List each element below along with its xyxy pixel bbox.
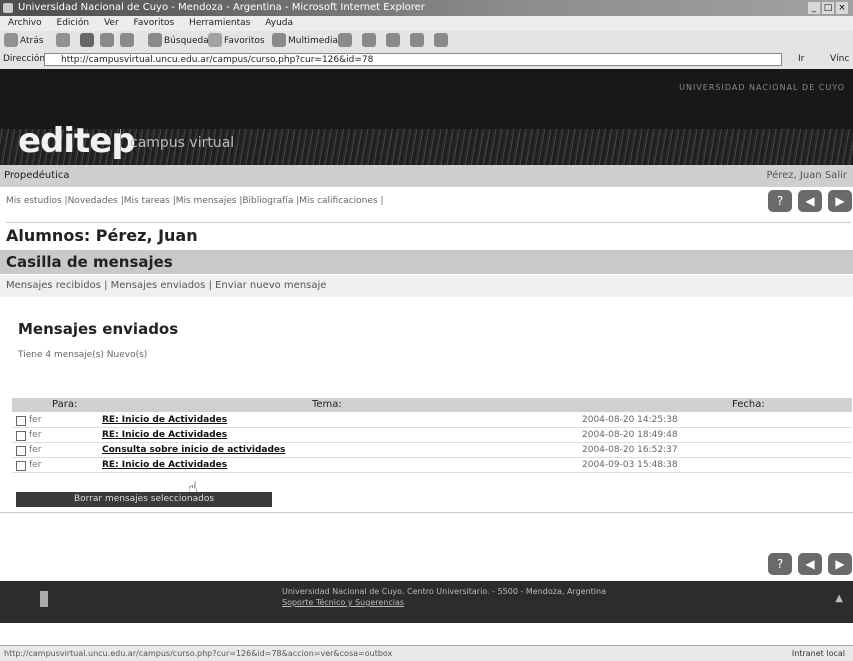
menu-ver[interactable]: Ver bbox=[104, 18, 119, 28]
home-icon[interactable] bbox=[120, 33, 134, 47]
table-header: Para: Tema: Fecha: bbox=[12, 398, 852, 412]
editep-logo: editep bbox=[18, 121, 136, 161]
edit-icon[interactable] bbox=[410, 33, 424, 47]
table-row: fer RE: Inicio de Actividades 2004-09-03… bbox=[12, 458, 852, 473]
menu-herramientas[interactable]: Herramientas bbox=[189, 18, 250, 28]
message-count: Tiene 4 mensaje(s) Nuevo(s) bbox=[18, 350, 148, 360]
status-bar: http://campusvirtual.uncu.edu.ar/campus/… bbox=[0, 645, 853, 661]
divider bbox=[0, 512, 853, 513]
row-recipient: fer bbox=[29, 460, 42, 470]
forward-arrow-icon[interactable] bbox=[56, 33, 70, 47]
address-bar: Dirección http://campusvirtual.uncu.edu.… bbox=[0, 51, 853, 69]
discuss-icon[interactable] bbox=[434, 33, 448, 47]
row-subject-link[interactable]: Consulta sobre inicio de actividades bbox=[102, 443, 285, 457]
stop-icon[interactable] bbox=[80, 33, 94, 47]
address-input[interactable]: http://campusvirtual.uncu.edu.ar/campus/… bbox=[44, 53, 782, 66]
row-subject-link[interactable]: RE: Inicio de Actividades bbox=[102, 428, 227, 442]
back-nav-button-bottom[interactable]: ◀ bbox=[798, 553, 822, 575]
banner-subtitle: campus virtual bbox=[130, 135, 235, 151]
site-footer: Universidad Nacional de Cuyo. Centro Uni… bbox=[0, 581, 853, 623]
course-bar: Propedéutica Pérez, Juan Salir bbox=[0, 165, 853, 187]
refresh-icon[interactable] bbox=[100, 33, 114, 47]
go-button[interactable]: Ir bbox=[798, 54, 804, 64]
row-date: 2004-09-03 15:48:38 bbox=[582, 460, 678, 470]
security-zone: Intranet local bbox=[791, 649, 845, 658]
multimedia-icon[interactable] bbox=[272, 33, 286, 47]
col-para: Para: bbox=[52, 399, 78, 410]
row-recipient: fer bbox=[29, 445, 42, 455]
toolbar: Atrás Búsqueda Favoritos Multimedia bbox=[0, 31, 853, 52]
row-date: 2004-08-20 18:49:48 bbox=[582, 430, 678, 440]
title-bar: Universidad Nacional de Cuyo - Mendoza -… bbox=[0, 0, 853, 16]
row-checkbox[interactable] bbox=[16, 416, 26, 426]
forward-nav-button[interactable]: ▶ bbox=[828, 190, 852, 212]
table-row: fer RE: Inicio de Actividades 2004-08-20… bbox=[12, 413, 852, 428]
help-button[interactable]: ? bbox=[768, 190, 792, 212]
footer-address: Universidad Nacional de Cuyo. Centro Uni… bbox=[282, 587, 606, 596]
history-icon[interactable] bbox=[338, 33, 352, 47]
mailbox-tabs: Mensajes recibidos | Mensajes enviados |… bbox=[0, 275, 853, 297]
window-title: Universidad Nacional de Cuyo - Mendoza -… bbox=[18, 2, 425, 13]
table-row: fer Consulta sobre inicio de actividades… bbox=[12, 443, 852, 458]
site-banner: UNIVERSIDAD NACIONAL DE CUYO editep camp… bbox=[0, 69, 853, 165]
row-subject-link[interactable]: RE: Inicio de Actividades bbox=[102, 413, 227, 427]
menu-edicion[interactable]: Edición bbox=[57, 18, 90, 28]
row-checkbox[interactable] bbox=[16, 431, 26, 441]
mail-icon[interactable] bbox=[362, 33, 376, 47]
divider bbox=[6, 222, 851, 223]
page-title: Mensajes enviados bbox=[18, 320, 179, 338]
row-subject-link[interactable]: RE: Inicio de Actividades bbox=[102, 458, 227, 472]
course-name[interactable]: Propedéutica bbox=[4, 165, 70, 187]
print-icon[interactable] bbox=[386, 33, 400, 47]
scroll-up-icon[interactable]: ▲ bbox=[835, 593, 843, 604]
multimedia-button[interactable]: Multimedia bbox=[288, 34, 338, 48]
mailbox-header: Casilla de mensajes bbox=[0, 250, 853, 274]
maximize-button[interactable]: □ bbox=[822, 2, 834, 14]
user-logout[interactable]: Pérez, Juan Salir bbox=[766, 165, 847, 187]
url-text: http://campusvirtual.uncu.edu.ar/campus/… bbox=[61, 55, 374, 65]
support-link[interactable]: Soporte Técnico y Sugerencias bbox=[282, 598, 404, 607]
favorites-icon[interactable] bbox=[208, 33, 222, 47]
mailbox-title: Casilla de mensajes bbox=[6, 253, 173, 271]
help-button-bottom[interactable]: ? bbox=[768, 553, 792, 575]
university-logo-icon bbox=[40, 591, 48, 607]
nav-links[interactable]: Mis estudios |Novedades |Mis tareas |Mis… bbox=[6, 196, 383, 206]
row-checkbox[interactable] bbox=[16, 446, 26, 456]
logo-divider bbox=[120, 129, 121, 159]
menu-archivo[interactable]: Archivo bbox=[8, 18, 42, 28]
row-recipient: fer bbox=[29, 430, 42, 440]
back-nav-button[interactable]: ◀ bbox=[798, 190, 822, 212]
delete-selected-button[interactable]: Borrar mensajes seleccionados bbox=[16, 492, 272, 507]
table-row: fer RE: Inicio de Actividades 2004-08-20… bbox=[12, 428, 852, 443]
back-button[interactable]: Atrás bbox=[20, 34, 43, 48]
search-button[interactable]: Búsqueda bbox=[164, 34, 209, 48]
university-name: UNIVERSIDAD NACIONAL DE CUYO bbox=[679, 83, 845, 92]
col-tema: Tema: bbox=[312, 399, 342, 410]
favorites-button[interactable]: Favoritos bbox=[224, 34, 265, 48]
menu-favoritos[interactable]: Favoritos bbox=[134, 18, 175, 28]
ie-icon bbox=[3, 3, 13, 13]
back-arrow-icon[interactable] bbox=[4, 33, 18, 47]
row-date: 2004-08-20 14:25:38 bbox=[582, 415, 678, 425]
row-date: 2004-08-20 16:52:37 bbox=[582, 445, 678, 455]
forward-nav-button-bottom[interactable]: ▶ bbox=[828, 553, 852, 575]
row-recipient: fer bbox=[29, 415, 42, 425]
minimize-button[interactable]: _ bbox=[808, 2, 820, 14]
menu-bar: Archivo Edición Ver Favoritos Herramient… bbox=[0, 16, 853, 31]
close-button[interactable]: × bbox=[836, 2, 848, 14]
col-fecha: Fecha: bbox=[732, 399, 765, 410]
search-icon[interactable] bbox=[148, 33, 162, 47]
address-label: Dirección bbox=[3, 54, 46, 64]
mailbox-tab-links[interactable]: Mensajes recibidos | Mensajes enviados |… bbox=[6, 280, 326, 291]
menu-ayuda[interactable]: Ayuda bbox=[265, 18, 293, 28]
links-button[interactable]: Vínc bbox=[830, 54, 849, 64]
status-url: http://campusvirtual.uncu.edu.ar/campus/… bbox=[4, 649, 393, 658]
row-checkbox[interactable] bbox=[16, 461, 26, 471]
student-heading: Alumnos: Pérez, Juan bbox=[6, 226, 198, 245]
